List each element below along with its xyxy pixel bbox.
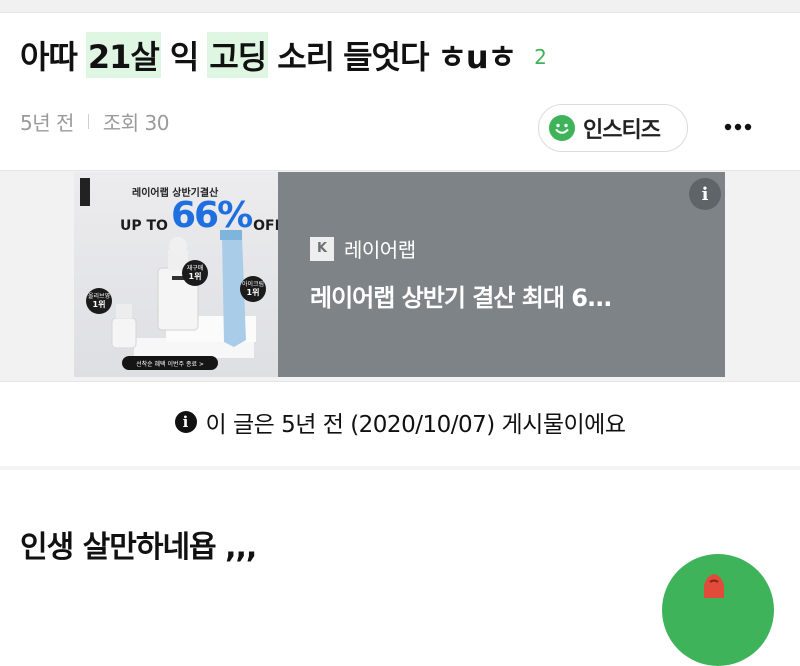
post-meta: 5년 전 조회 30 xyxy=(20,106,170,136)
title-highlight: 고딩 xyxy=(207,32,269,78)
meta-divider xyxy=(87,113,89,129)
ad-text-panel[interactable]: K 레이어랩 레이어랩 상반기 결산 최대 6... xyxy=(278,172,725,377)
rank-badge: 아이크림 1위 xyxy=(240,276,266,302)
title-word: 익 xyxy=(169,38,199,76)
comment-count[interactable]: 2 xyxy=(534,45,547,69)
title-word: ㅎuㅎ xyxy=(437,38,517,76)
ad-brand-name: 레이어랩 xyxy=(344,238,416,262)
ad-info-icon[interactable]: i xyxy=(689,178,721,210)
ad-cta[interactable]: 선착순 혜택 이번주 종료 > xyxy=(122,356,218,370)
info-icon: i xyxy=(174,411,197,433)
more-options-icon[interactable] xyxy=(718,112,758,142)
title-word: 소리 xyxy=(277,38,335,76)
view-count: 조회 30 xyxy=(102,110,170,135)
post-age-notice: i 이 글은 5년 전 (2020/10/07) 게시물이에요 xyxy=(0,378,800,467)
title-word: 들엇다 xyxy=(343,38,429,76)
board-name: 인스티즈 xyxy=(583,118,661,143)
post-title: 아따 21살 익 고딩 소리 들엇다 ㅎuㅎ 2 xyxy=(20,30,547,80)
section-divider xyxy=(0,466,800,470)
brand-initial-icon: K xyxy=(310,236,334,261)
rank-badge: 재구매 1위 xyxy=(182,260,208,286)
title-highlight: 21살 xyxy=(85,32,161,78)
rank-badge: 올리브영 1위 xyxy=(86,288,112,314)
board-chip[interactable]: 인스티즈 xyxy=(538,104,688,152)
ad-headline: 레이어랩 상반기 결산 최대 6... xyxy=(310,284,612,312)
floating-action-button[interactable] xyxy=(662,554,774,666)
top-divider xyxy=(0,0,800,13)
ad-image[interactable]: 레이어랩 상반기결산 UP TO 66% OFF 올리브영1위 재구매1위 아이… xyxy=(74,172,278,377)
fab-emblem-icon xyxy=(704,574,724,598)
ad-brand-row: K 레이어랩 xyxy=(310,234,416,263)
smile-icon xyxy=(549,115,575,141)
post-age: 5년 전 xyxy=(20,110,74,135)
title-word: 아따 xyxy=(20,38,78,76)
product-illustration xyxy=(111,230,256,358)
post-body-text: 인생 살만하네욥 ,,, xyxy=(20,530,257,565)
notice-text: 이 글은 5년 전 (2020/10/07) 게시물이에요 xyxy=(205,412,626,438)
